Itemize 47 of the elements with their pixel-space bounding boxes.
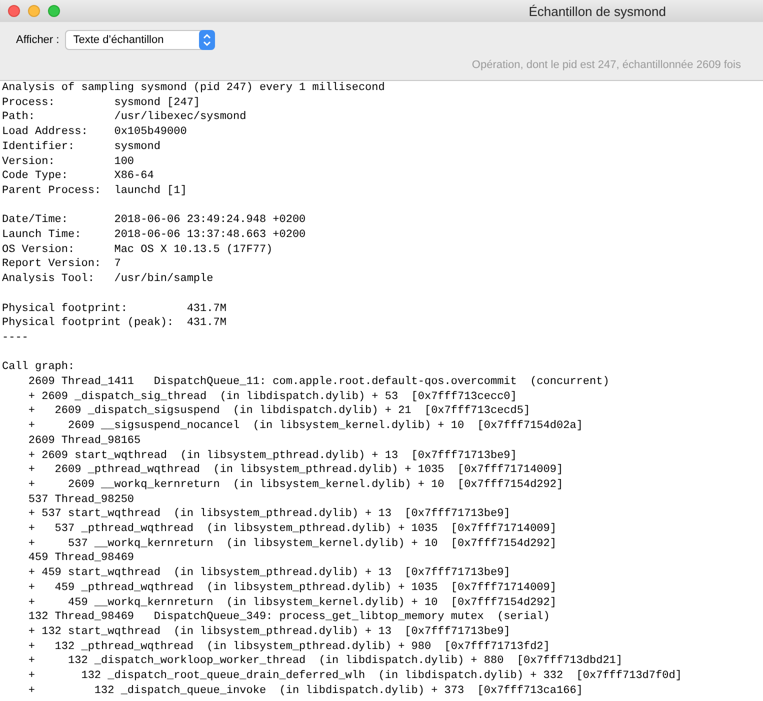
report-line: Date/Time: 2018-06-06 23:49:24.948 +0200 (2, 213, 306, 228)
report-line: Path: /usr/libexec/sysmond (2, 110, 246, 126)
report-line: 459 Thread_98469 (27, 551, 134, 566)
report-line: Analysis Tool: /usr/bin/sample (2, 272, 214, 287)
report-line: + 459 __workq_kernreturn (in libsystem_kernel.dylib) + 10 [0x7fff7154d292] (27, 596, 556, 610)
report-line: + 2609 __workq_kernreturn (in libsystem_kernel.dylib) + 10 [0x7fff7154d292] (27, 478, 564, 493)
report-line: + 2609 start_wqthread (in libsystem_pthread.dylib) + 13 [0x7fff71713be9] (27, 448, 517, 464)
stepper-icon (199, 30, 216, 50)
report-line: Call graph: (2, 360, 75, 376)
report-line: 537 Thread_98250 (27, 492, 134, 508)
report-line: Physical footprint (peak): 431.7M (2, 316, 226, 331)
report-line: + 459 _pthread_wqthread (in libsystem_pthread.dylib) + 1035 [0x7fff71714009] (27, 580, 556, 596)
minimize-button[interactable] (28, 5, 40, 17)
report-line: Code Type: X86-64 (2, 169, 154, 184)
report-line: + 537 start_wqthread (in libsystem_pthread.dylib) + 13 [0x7fff71713be9] (27, 507, 510, 522)
report-line: Report Version: 7 (2, 257, 121, 272)
report-line: 2609 Thread_1411 DispatchQueue_11: com.apple.root.default-qos.overcommit (concurrent) (27, 375, 610, 390)
report-line: + 537 __workq_kernreturn (in libsystem_kernel.dylib) + 10 [0x7fff7154d292] (27, 536, 556, 552)
zoom-button[interactable] (48, 5, 60, 17)
report-line: + 132 _dispatch_workloop_worker_thread (in libdispatch.dylib) + 880 [0x7fff713dbd21] (27, 654, 623, 670)
report-line: Launch Time: 2018-06-06 13:37:48.663 +0200 (2, 228, 306, 243)
report-line: Process: sysmond [247] (2, 96, 200, 110)
report-line: + 132 _dispatch_queue_invoke (in libdispatch.dylib) + 373 [0x7fff713ca166] (27, 684, 583, 698)
report-line: Version: 100 (2, 154, 134, 170)
report-line: Physical footprint: 431.7M (2, 302, 226, 316)
report-line: Identifier: sysmond (2, 140, 160, 155)
display-label: Afficher : (16, 34, 60, 46)
report-line: + 132 _pthread_wqthread (in libsystem_pthread.dylib) + 980 [0x7fff71713fd2] (27, 640, 550, 654)
report-line: Load Address: 0x105b49000 (2, 125, 187, 140)
report-line: + 537 _pthread_wqthread (in libsystem_pthread.dylib) + 1035 [0x7fff71714009] (27, 522, 556, 537)
report-line: + 2609 _dispatch_sig_thread (in libdispatch.dylib) + 53 [0x7fff713cecc0] (27, 390, 517, 404)
window-title: Échantillon de sysmond (528, 4, 666, 18)
report-line: Parent Process: launchd [1] (2, 184, 187, 199)
report-line: OS Version: Mac OS X 10.13.5 (17F77) (2, 242, 273, 258)
report-line: + 2609 _dispatch_sigsuspend (in libdispatch.dylib) + 21 [0x7fff713cecd5] (27, 404, 530, 420)
report-line: 132 Thread_98469 DispatchQueue_349: process_get_libtop_memory mutex (serial) (27, 610, 550, 625)
report-line: Analysis of sampling sysmond (pid 247) every 1 millisecond (2, 81, 385, 96)
status-text: Opération, dont le pid est 247, échantillonnée 2609 fois (472, 59, 741, 71)
display-popup[interactable]: Texte d’échantillon (65, 30, 216, 50)
report-line: + 2609 __sigsuspend_nocancel (in libsystem_kernel.dylib) + 10 [0x7fff7154d02a] (27, 419, 583, 434)
report-line: + 132 _dispatch_root_queue_drain_deferred_wlh (in libdispatch.dylib) + 332 [0x7fff713d7f0d] (27, 669, 682, 684)
report-line: + 459 start_wqthread (in libsystem_pthread.dylib) + 13 [0x7fff71713be9] (27, 566, 510, 581)
report-line: + 132 start_wqthread (in libsystem_pthread.dylib) + 13 [0x7fff71713be9] (27, 624, 510, 640)
report-line: + 2609 _pthread_wqthread (in libsystem_pthread.dylib) + 1035 [0x7fff71714009] (27, 463, 564, 478)
report-line: 2609 Thread_98165 (27, 434, 141, 449)
report-line: ---- (2, 330, 28, 346)
close-button[interactable] (8, 5, 20, 17)
